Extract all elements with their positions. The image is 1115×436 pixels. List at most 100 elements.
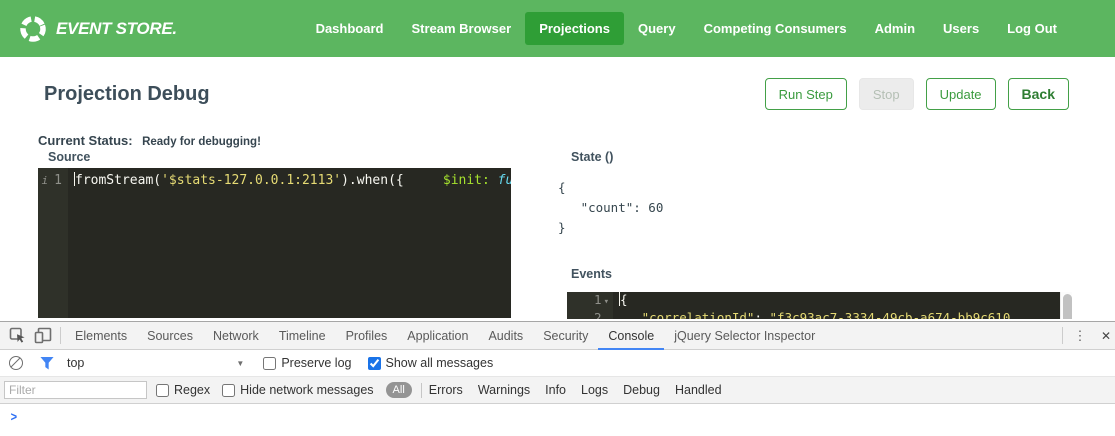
status-value: Ready for debugging! <box>142 136 261 148</box>
hide-network-messages-label: Hide network messages <box>240 383 373 397</box>
state-json: { "count": 60 } <box>558 178 663 238</box>
show-all-messages-input[interactable] <box>368 357 381 370</box>
tab-application[interactable]: Application <box>397 322 478 350</box>
source-section-label: Source <box>48 150 90 164</box>
divider <box>1062 327 1063 344</box>
nav-item-dashboard[interactable]: Dashboard <box>302 12 398 45</box>
events-code-editor[interactable]: 1▾ { 2 "correlationId": "f3c93ac7-3334-4… <box>567 292 1060 319</box>
events-gutter[interactable]: 1▾ <box>567 292 613 310</box>
code-token-keyword: $init: <box>443 173 490 188</box>
code-token: { <box>620 292 628 307</box>
level-errors[interactable]: Errors <box>429 383 463 397</box>
hide-network-messages-checkbox[interactable]: Hide network messages <box>222 383 373 397</box>
device-toolbar-icon[interactable] <box>30 323 56 349</box>
status-label: Current Status: <box>38 133 133 148</box>
filter-funnel-icon[interactable] <box>40 357 54 370</box>
nav-item-competing-consumers[interactable]: Competing Consumers <box>690 12 861 45</box>
brand-text: EVENT STORE. <box>56 19 177 39</box>
console-filter-bar: Regex Hide network messages All Errors W… <box>0 377 1115 404</box>
tab-profiles[interactable]: Profiles <box>336 322 398 350</box>
source-code-editor[interactable]: i 1 fromStream('$stats-127.0.0.1:2113').… <box>38 168 511 318</box>
gutter-info-icon: i <box>42 171 49 191</box>
show-all-messages-checkbox[interactable]: Show all messages <box>368 356 494 370</box>
code-token: ).when({ <box>341 173 404 188</box>
nav-item-users[interactable]: Users <box>929 12 993 45</box>
tab-security[interactable]: Security <box>533 322 598 350</box>
code-token-key: "correlationId" <box>642 310 755 319</box>
events-line-number: 1 <box>594 292 602 307</box>
brand[interactable]: EVENT STORE. <box>18 14 177 44</box>
events-line-1: 1▾ { <box>567 292 1060 310</box>
events-gutter: 2 <box>567 310 613 319</box>
events-scrollbar[interactable] <box>1060 292 1072 319</box>
tab-jquery-selector-inspector[interactable]: jQuery Selector Inspector <box>664 322 825 350</box>
console-prompt-icon[interactable]: > <box>11 409 17 424</box>
page-title: Projection Debug <box>44 83 210 106</box>
tabbar-right-controls: ⋮ ✕ <box>1058 323 1115 349</box>
console-toolbar: top ▼ Preserve log Show all messages <box>0 350 1115 377</box>
level-handled[interactable]: Handled <box>675 383 722 397</box>
level-debug[interactable]: Debug <box>623 383 660 397</box>
regex-checkbox[interactable]: Regex <box>156 383 210 397</box>
inspect-element-icon[interactable] <box>4 323 30 349</box>
events-panel: 1▾ { 2 "correlationId": "f3c93ac7-3334-4… <box>567 292 1072 319</box>
fold-arrow-icon[interactable]: ▾ <box>604 297 609 307</box>
hide-network-messages-input[interactable] <box>222 384 235 397</box>
code-token-string: '$stats-127.0.0.1:2113' <box>161 173 341 188</box>
filter-input[interactable] <box>4 381 147 399</box>
devtools-menu-icon[interactable]: ⋮ <box>1067 323 1093 349</box>
source-code-line[interactable]: fromStream('$stats-127.0.0.1:2113').when… <box>68 168 511 318</box>
events-code: { <box>613 292 628 310</box>
devtools-close-icon[interactable]: ✕ <box>1093 323 1115 349</box>
code-token <box>490 173 498 188</box>
nav-item-projections[interactable]: Projections <box>525 12 624 45</box>
nav-item-admin[interactable]: Admin <box>861 12 929 45</box>
tab-elements[interactable]: Elements <box>65 322 137 350</box>
preserve-log-checkbox[interactable]: Preserve log <box>263 356 351 370</box>
nav-item-log-out[interactable]: Log Out <box>993 12 1071 45</box>
events-line-number: 2 <box>594 310 602 319</box>
code-token: : <box>754 310 769 319</box>
status-line: Current Status: Ready for debugging! <box>38 132 261 150</box>
page: EVENT STORE. Dashboard Stream Browser Pr… <box>0 0 1115 436</box>
code-token <box>619 310 642 319</box>
back-button[interactable]: Back <box>1008 78 1069 110</box>
nav-items: Dashboard Stream Browser Projections Que… <box>302 12 1071 45</box>
action-buttons: Run Step Stop Update Back <box>765 78 1069 110</box>
code-token-function: fu <box>498 173 511 188</box>
show-all-messages-label: Show all messages <box>386 356 494 370</box>
level-warnings[interactable]: Warnings <box>478 383 530 397</box>
clear-console-icon[interactable] <box>9 356 23 370</box>
tab-console[interactable]: Console <box>598 322 664 350</box>
events-scrollbar-thumb[interactable] <box>1063 294 1072 319</box>
preserve-log-label: Preserve log <box>281 356 351 370</box>
preserve-log-input[interactable] <box>263 357 276 370</box>
state-section-label: State () <box>571 150 613 164</box>
divider <box>421 383 422 398</box>
event-store-logo-icon <box>18 14 48 44</box>
source-line-number: 1 <box>54 171 62 191</box>
level-info[interactable]: Info <box>545 383 566 397</box>
nav-item-stream-browser[interactable]: Stream Browser <box>397 12 525 45</box>
tab-network[interactable]: Network <box>203 322 269 350</box>
regex-input[interactable] <box>156 384 169 397</box>
console-output-area[interactable]: > <box>0 404 1115 436</box>
level-logs[interactable]: Logs <box>581 383 608 397</box>
level-all-pill[interactable]: All <box>386 382 412 398</box>
tab-audits[interactable]: Audits <box>478 322 533 350</box>
chevron-down-icon[interactable]: ▼ <box>236 359 244 368</box>
run-step-button[interactable]: Run Step <box>765 78 847 110</box>
nav-item-query[interactable]: Query <box>624 12 690 45</box>
tab-sources[interactable]: Sources <box>137 322 203 350</box>
source-gutter: i 1 <box>38 168 68 318</box>
execution-context-selector[interactable]: top <box>67 356 84 370</box>
devtools-panel: Elements Sources Network Timeline Profil… <box>0 321 1115 436</box>
regex-label: Regex <box>174 383 210 397</box>
events-code: "correlationId": "f3c93ac7-3334-49cb-a67… <box>613 310 1010 319</box>
events-line-2: 2 "correlationId": "f3c93ac7-3334-49cb-a… <box>567 310 1060 319</box>
tab-timeline[interactable]: Timeline <box>269 322 336 350</box>
update-button[interactable]: Update <box>926 78 996 110</box>
devtools-tabbar: Elements Sources Network Timeline Profil… <box>0 322 1115 350</box>
navbar: EVENT STORE. Dashboard Stream Browser Pr… <box>0 0 1115 57</box>
divider <box>60 327 61 344</box>
